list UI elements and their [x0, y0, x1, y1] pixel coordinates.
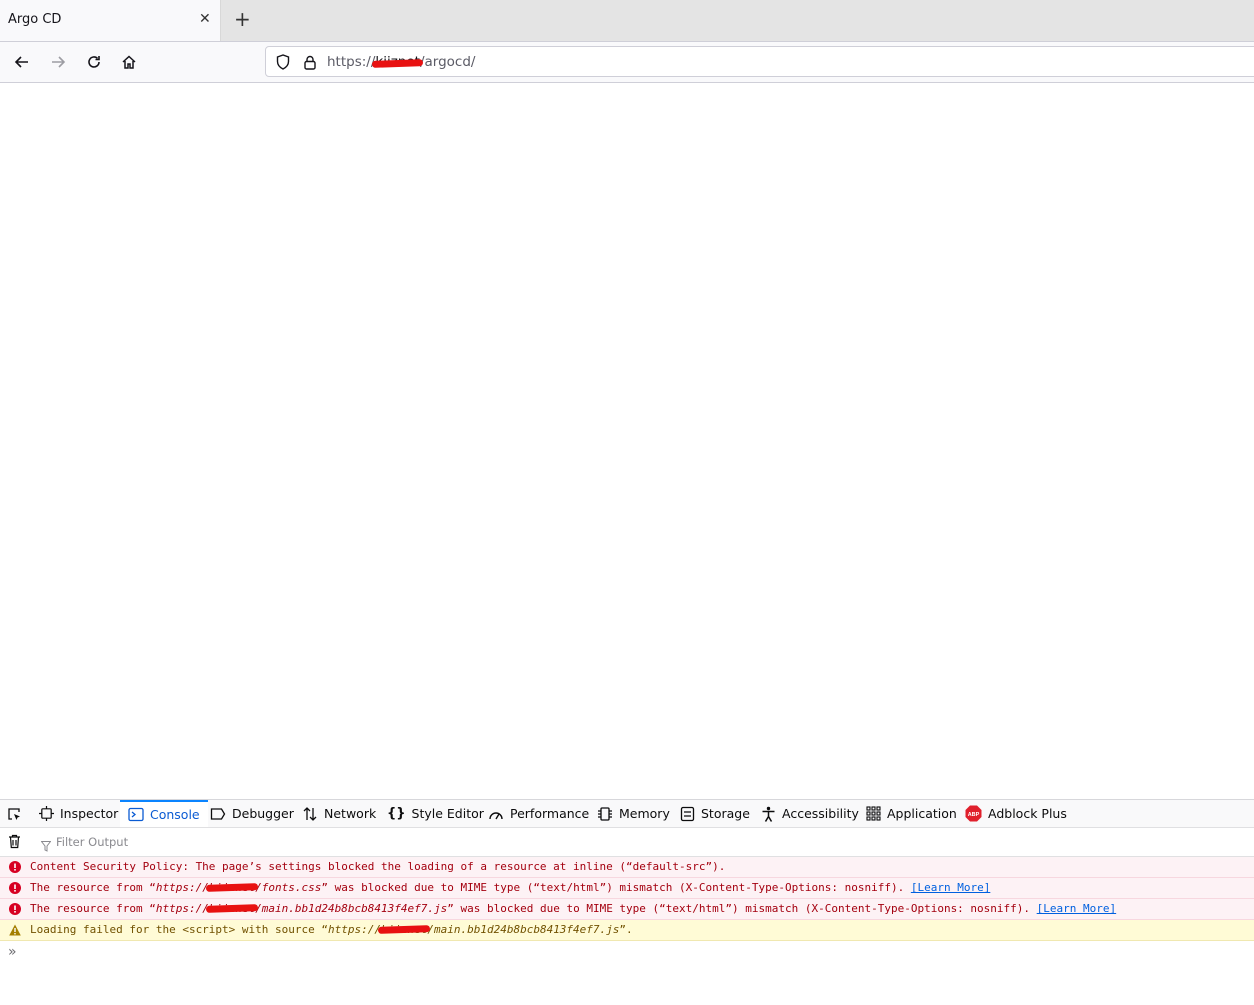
- redacted-host: kiiznet: [209, 899, 255, 919]
- back-arrow-icon: [14, 56, 28, 68]
- console-message-error: The resource from “https://kiiznet/fonts…: [0, 878, 1254, 899]
- page-content: [0, 83, 1254, 799]
- debugger-icon: [210, 807, 226, 820]
- devtools-toolbar: Inspector Console Debugger Network {} St…: [0, 800, 1254, 828]
- tab-title: Argo CD: [8, 12, 62, 27]
- learn-more-link[interactable]: [Learn More]: [1037, 902, 1116, 915]
- element-picker-button[interactable]: [6, 800, 28, 827]
- new-tab-button[interactable]: +: [234, 8, 251, 30]
- console-message-error: The resource from “https://kiiznet/main.…: [0, 899, 1254, 920]
- browser-tab[interactable]: Argo CD ✕: [0, 0, 221, 41]
- tab-application[interactable]: Application: [866, 800, 957, 827]
- memory-icon: [598, 806, 612, 821]
- forward-arrow-icon: [52, 56, 66, 68]
- application-icon: [866, 806, 881, 821]
- tab-adblock-plus[interactable]: ABP Adblock Plus: [965, 800, 1067, 827]
- clear-console-button[interactable]: [8, 834, 21, 853]
- tab-close-icon[interactable]: ✕: [199, 11, 211, 27]
- console-input-prompt[interactable]: »: [8, 944, 17, 960]
- redacted-host: kiiznet: [381, 920, 427, 940]
- svg-text:ABP: ABP: [968, 812, 980, 818]
- learn-more-link[interactable]: [Learn More]: [911, 881, 990, 894]
- tab-strip: Argo CD ✕ +: [0, 0, 1254, 42]
- tab-style-editor[interactable]: {} Style Editor: [387, 800, 484, 827]
- tab-storage[interactable]: Storage: [680, 800, 750, 827]
- error-icon: [9, 882, 21, 894]
- inspector-icon: [39, 806, 54, 821]
- error-icon: [9, 903, 21, 915]
- reload-icon: [88, 56, 100, 68]
- tracking-shield-icon[interactable]: [274, 53, 292, 71]
- tab-debugger-label: Debugger: [232, 806, 294, 821]
- trash-icon: [9, 834, 20, 849]
- tab-accessibility[interactable]: Accessibility: [761, 800, 859, 827]
- home-button[interactable]: [119, 52, 139, 72]
- console-icon: [128, 807, 144, 822]
- console-message-warning: Loading failed for the <script> with sou…: [0, 920, 1254, 941]
- redacted-host: kiiznet: [375, 54, 420, 70]
- style-editor-icon: {}: [387, 806, 406, 821]
- redacted-host: kiiznet: [209, 878, 255, 898]
- tab-inspector[interactable]: Inspector: [39, 800, 118, 827]
- error-icon: [9, 861, 21, 873]
- navigation-bar: https://kiiznet/argocd/: [0, 42, 1254, 83]
- console-message-text: Loading failed for the <script> with sou…: [30, 920, 633, 940]
- accessibility-icon: [762, 806, 775, 822]
- tab-performance-label: Performance: [510, 806, 590, 821]
- console-message-error: Content Security Policy: The page’s sett…: [0, 857, 1254, 878]
- console-message-text: The resource from “https://kiiznet/main.…: [30, 899, 1116, 919]
- reload-button[interactable]: [84, 52, 104, 72]
- performance-icon: [489, 811, 503, 819]
- console-message-text: The resource from “https://kiiznet/fonts…: [30, 878, 990, 898]
- tab-storage-label: Storage: [701, 806, 750, 821]
- console-filter-bar: Filter Output: [0, 828, 1254, 857]
- tab-adblock-plus-label: Adblock Plus: [988, 806, 1067, 821]
- forward-button[interactable]: [48, 52, 68, 72]
- tab-debugger[interactable]: Debugger: [210, 800, 294, 827]
- tab-memory[interactable]: Memory: [597, 800, 670, 827]
- tab-application-label: Application: [887, 806, 957, 821]
- tab-performance[interactable]: Performance: [488, 800, 589, 827]
- url-bar[interactable]: https://kiiznet/argocd/: [265, 46, 1254, 77]
- tab-accessibility-label: Accessibility: [782, 806, 859, 821]
- console-message-text: Content Security Policy: The page’s sett…: [30, 860, 726, 873]
- adblock-plus-icon: ABP: [965, 805, 982, 822]
- devtools-panel: Inspector Console Debugger Network {} St…: [0, 799, 1254, 1005]
- tab-console[interactable]: Console: [120, 800, 208, 827]
- tab-console-label: Console: [150, 807, 200, 822]
- tab-network[interactable]: Network: [302, 800, 376, 827]
- filter-output-input[interactable]: Filter Output: [56, 835, 128, 849]
- network-icon: [303, 806, 317, 821]
- tab-inspector-label: Inspector: [60, 806, 119, 821]
- tab-style-editor-label: Style Editor: [411, 806, 484, 821]
- url-text[interactable]: https://kiiznet/argocd/: [327, 54, 475, 70]
- home-icon: [122, 55, 136, 69]
- back-button[interactable]: [12, 52, 32, 72]
- element-picker-icon: [8, 807, 20, 820]
- warning-icon: [9, 924, 21, 936]
- tab-memory-label: Memory: [619, 806, 670, 821]
- lock-icon[interactable]: [301, 53, 319, 71]
- filter-icon: [40, 837, 52, 856]
- tab-network-label: Network: [324, 806, 377, 821]
- storage-icon: [680, 806, 695, 821]
